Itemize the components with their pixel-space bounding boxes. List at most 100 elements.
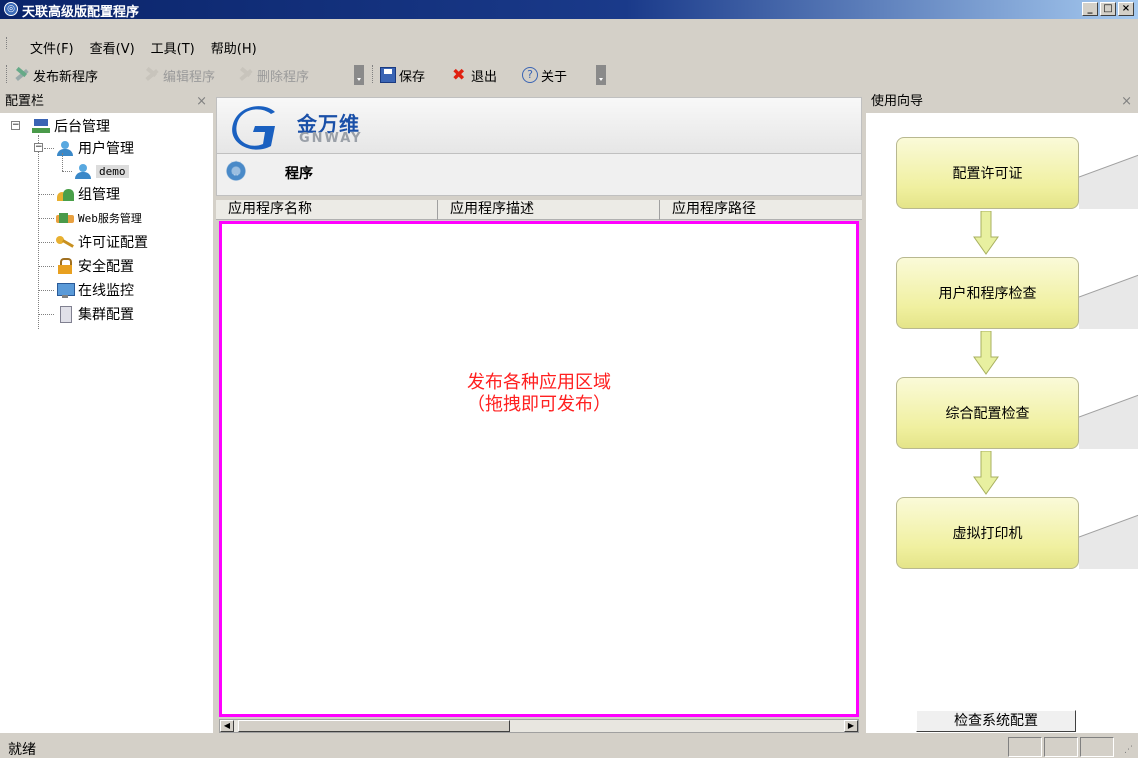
logo-text-en: GNWAY	[299, 131, 363, 146]
column-header-description[interactable]: 应用程序描述	[438, 200, 660, 220]
delete-button[interactable]: 删除程序	[238, 65, 309, 85]
publish-button[interactable]: 发布新程序	[14, 65, 98, 85]
tree-label: 集群配置	[78, 307, 134, 323]
save-icon	[380, 67, 396, 83]
close-icon: ✖	[452, 65, 466, 84]
step-user-program-check[interactable]: 用户和程序检查	[896, 257, 1079, 329]
config-tree: − 后台管理 − 用户管理 demo 组管理 Web服务管理 许可证配置 安全配…	[0, 113, 213, 733]
toolbar-grip	[6, 65, 9, 83]
minimize-button[interactable]: _	[1082, 2, 1098, 16]
exit-button[interactable]: ✖ 退出	[452, 65, 497, 85]
save-label: 保存	[399, 69, 426, 85]
scroll-right-button[interactable]: ▶	[844, 720, 858, 732]
step-fold-decoration	[1079, 274, 1138, 329]
scroll-thumb[interactable]	[238, 720, 510, 732]
tree-item-web-service[interactable]: Web服务管理	[56, 207, 142, 229]
column-header-path[interactable]: 应用程序路径	[660, 200, 862, 220]
status-bar: 就绪 ⋰	[0, 735, 1138, 758]
tree-item-security[interactable]: 安全配置	[56, 255, 134, 277]
tree-item-backend[interactable]: 后台管理	[32, 115, 110, 137]
wizard-panel-title: 使用向导	[871, 94, 924, 109]
close-button[interactable]: ×	[1118, 2, 1134, 16]
status-pane	[1080, 737, 1114, 757]
web-service-icon	[56, 210, 74, 226]
lock-icon	[56, 258, 74, 274]
tree-item-license[interactable]: 许可证配置	[56, 231, 148, 253]
wizard-flow: 配置许可证 用户和程序检查 综合配置检查 虚拟打印机	[866, 113, 1138, 733]
section-header: 程序	[216, 154, 862, 196]
step-virtual-printer[interactable]: 虚拟打印机	[896, 497, 1079, 569]
menu-file[interactable]: 文件(F)	[30, 38, 74, 57]
resize-grip-icon[interactable]: ⋰	[1124, 744, 1136, 756]
down-arrow-icon	[973, 211, 999, 255]
tree-item-monitor[interactable]: 在线监控	[56, 279, 134, 301]
tree-label: 在线监控	[78, 283, 134, 299]
save-button[interactable]: 保存	[380, 65, 425, 85]
menu-tools[interactable]: 工具(T)	[151, 38, 195, 57]
scroll-left-button[interactable]: ◀	[220, 720, 234, 732]
cluster-icon	[56, 306, 74, 323]
step-fold-decoration	[1079, 394, 1138, 449]
tree-item-demo[interactable]: demo	[74, 160, 129, 182]
step-overall-check[interactable]: 综合配置检查	[896, 377, 1079, 449]
user-icon	[74, 163, 92, 179]
key-icon	[56, 234, 74, 250]
section-title: 程序	[285, 166, 313, 182]
step-configure-license[interactable]: 配置许可证	[896, 137, 1079, 209]
maximize-button[interactable]: □	[1100, 2, 1116, 16]
publish-label: 发布新程序	[33, 69, 99, 85]
collapse-users-icon[interactable]: −	[34, 143, 43, 152]
menu-view[interactable]: 查看(V)	[90, 38, 135, 57]
toolbar: 发布新程序 编辑程序 删除程序 保存 ✖ 退出 ? 关于	[0, 59, 620, 93]
drop-hint: 发布各种应用区域 （拖拽即可发布）	[222, 372, 856, 416]
app-drop-area[interactable]: 发布各种应用区域 （拖拽即可发布）	[219, 221, 859, 717]
tree-item-group-management[interactable]: 组管理	[56, 183, 120, 205]
monitor-icon	[56, 282, 75, 298]
app-icon: ◎	[4, 2, 18, 16]
delete-label: 删除程序	[257, 69, 310, 85]
wrench-icon	[14, 67, 30, 83]
tree-label: 许可证配置	[78, 235, 148, 251]
down-arrow-icon	[973, 451, 999, 495]
horizontal-scrollbar[interactable]: ◀ ▶	[219, 719, 859, 733]
config-panel-header: 配置栏 ×	[0, 93, 213, 113]
logo-banner: 金万维 GNWAY	[216, 97, 862, 154]
gnway-logo-icon	[232, 106, 275, 150]
tree-label: demo	[96, 164, 129, 178]
gear-icon	[225, 158, 247, 182]
help-icon: ?	[522, 67, 538, 83]
table-header: 应用程序名称 应用程序描述 应用程序路径	[216, 200, 862, 220]
tree-label: 用户管理	[78, 141, 134, 157]
edit-label: 编辑程序	[163, 69, 216, 85]
tree-item-cluster[interactable]: 集群配置	[56, 303, 134, 325]
config-panel: 配置栏 × − 后台管理 − 用户管理 demo 组管理 Web服务管理 许可证…	[0, 93, 213, 733]
tree-label: 组管理	[78, 187, 120, 203]
down-arrow-icon	[973, 331, 999, 375]
wizard-panel: 使用向导 × 配置许可证 用户和程序检查 综合配置检查 虚拟打印机 检查系统配置	[866, 93, 1138, 733]
wrench-icon	[144, 67, 160, 83]
toolbar-overflow-button[interactable]	[354, 65, 364, 85]
collapse-root-icon[interactable]: −	[11, 121, 20, 130]
wrench-icon	[238, 67, 254, 83]
menu-bar: 文件(F) 查看(V) 工具(T) 帮助(H)	[0, 19, 1138, 59]
column-header-name[interactable]: 应用程序名称	[216, 200, 438, 220]
exit-label: 退出	[471, 69, 498, 85]
toolbar-overflow-button[interactable]	[596, 65, 606, 85]
edit-button[interactable]: 编辑程序	[144, 65, 215, 85]
tree-item-user-management[interactable]: 用户管理	[56, 137, 134, 159]
status-pane	[1044, 737, 1078, 757]
panel-close-icon[interactable]: ×	[1121, 93, 1132, 111]
about-label: 关于	[541, 69, 568, 85]
tree-label: 安全配置	[78, 259, 134, 275]
about-button[interactable]: ? 关于	[522, 65, 567, 85]
user-icon	[56, 140, 74, 156]
step-fold-decoration	[1079, 514, 1138, 569]
menu-help[interactable]: 帮助(H)	[211, 38, 257, 57]
drop-hint-line2: （拖拽即可发布）	[467, 394, 611, 415]
server-icon	[32, 118, 50, 134]
config-panel-title: 配置栏	[5, 94, 45, 109]
menu-grip	[6, 37, 9, 49]
check-system-config-button[interactable]: 检查系统配置	[916, 710, 1076, 732]
status-text: 就绪	[8, 742, 36, 758]
panel-close-icon[interactable]: ×	[196, 93, 207, 111]
